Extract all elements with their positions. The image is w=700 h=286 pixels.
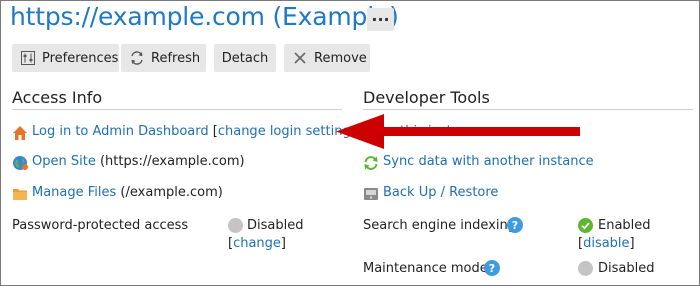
- help-icon[interactable]: ?: [507, 217, 523, 233]
- refresh-label: Refresh: [151, 50, 201, 66]
- developer-tools-title: Developer Tools: [363, 88, 490, 107]
- maintenance-mode-label: Maintenance mode: [363, 261, 488, 276]
- login-admin-link[interactable]: Log in to Admin Dashboard: [32, 124, 209, 139]
- refresh-button[interactable]: Refresh: [121, 44, 206, 72]
- globe-icon: [12, 155, 28, 171]
- files-path: /example.com: [125, 185, 218, 200]
- remove-button[interactable]: Remove: [284, 44, 370, 72]
- open-site-row: Open Site (https://example.com): [32, 154, 245, 169]
- backup-icon: [363, 186, 379, 202]
- home-icon: [12, 125, 28, 141]
- help-icon[interactable]: ?: [484, 260, 500, 276]
- remove-label: Remove: [314, 50, 367, 66]
- password-change-link[interactable]: change: [233, 236, 281, 251]
- manage-files-row: Manage Files (/example.com): [32, 185, 223, 200]
- sliders-icon: [20, 50, 36, 66]
- page-title: https://example.com (Example): [10, 2, 399, 31]
- site-url: https://example.com: [105, 154, 240, 169]
- more-actions-button[interactable]: ···: [367, 8, 394, 31]
- preferences-label: Preferences: [42, 50, 119, 66]
- developer-tools-divider: [363, 109, 693, 110]
- password-change-row: [change]: [228, 236, 286, 251]
- access-info-divider: [12, 109, 342, 110]
- disable-indexing-link[interactable]: disable: [583, 236, 629, 251]
- detach-button[interactable]: Detach: [214, 44, 276, 72]
- disabled-status-icon: [228, 218, 243, 233]
- manage-files-link[interactable]: Manage Files: [32, 185, 116, 200]
- open-site-link[interactable]: Open Site: [32, 154, 96, 169]
- sync-icon: [363, 155, 379, 171]
- password-status: Disabled: [247, 218, 304, 233]
- maintenance-status: Disabled: [598, 261, 655, 276]
- sync-data-link[interactable]: Sync data with another instance: [383, 154, 594, 169]
- check-circle-icon: [578, 218, 593, 233]
- sync-row: Sync data with another instance: [383, 154, 594, 169]
- search-indexing-label: Search engine indexing: [363, 218, 516, 233]
- password-protection-label: Password-protected access: [12, 218, 189, 233]
- red-arrow-annotation: [336, 114, 580, 149]
- detach-label: Detach: [221, 50, 269, 66]
- close-icon: [292, 50, 308, 66]
- login-row: Log in to Admin Dashboard [change login …: [32, 124, 363, 139]
- access-info-title: Access Info: [12, 88, 103, 107]
- indexing-status: Enabled: [598, 218, 651, 233]
- refresh-icon: [129, 50, 145, 66]
- folder-icon: [12, 186, 28, 202]
- indexing-toggle-row: [disable]: [578, 236, 635, 251]
- backup-row: Back Up / Restore: [383, 185, 498, 200]
- preferences-button[interactable]: Preferences: [12, 44, 119, 72]
- backup-restore-link[interactable]: Back Up / Restore: [383, 185, 498, 200]
- disabled-status-icon: [578, 261, 593, 276]
